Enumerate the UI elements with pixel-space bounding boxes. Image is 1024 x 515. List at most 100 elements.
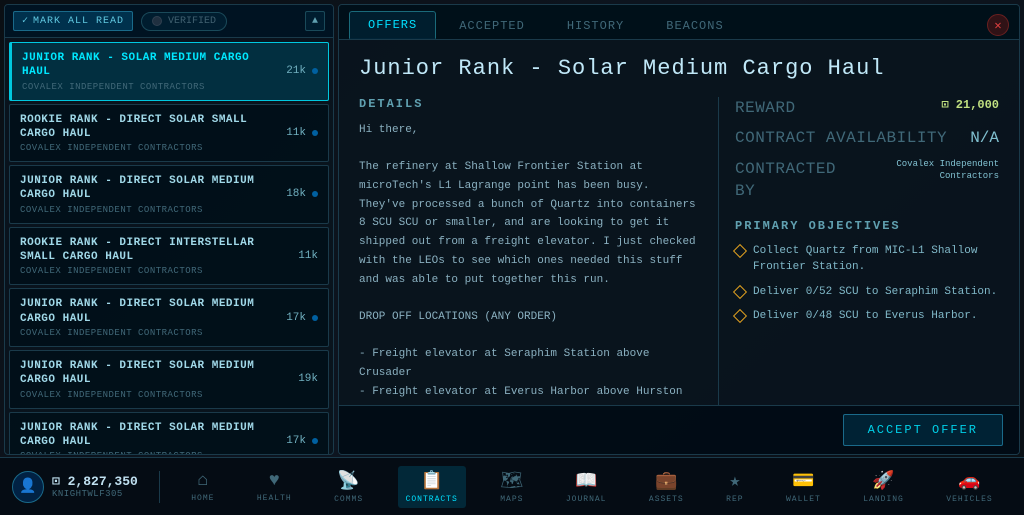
nav-label-wallet: WALLET — [786, 495, 821, 504]
offer-item-company-1: COVALEX INDEPENDENT CONTRACTORS — [20, 143, 278, 153]
offer-item-reward-3: 11k — [298, 250, 318, 262]
nav-items: ⌂ HOME ♥ HEALTH 📡 COMMS 📋 CONTRACTS 🗺 MA… — [160, 466, 1024, 508]
objective-item-0: Collect Quartz from MIC-L1 Shallow Front… — [735, 243, 999, 276]
content-divider: DETAILS Hi there,The refinery at Shallow… — [359, 97, 999, 405]
nav-icon-rep: ★ — [729, 470, 740, 492]
offer-item-dot-4 — [312, 315, 318, 321]
offer-item-3[interactable]: ROOKIE RANK - DIRECT INTERSTELLAR SMALL … — [9, 227, 329, 286]
contract-title: Junior Rank - Solar Medium Cargo Haul — [359, 56, 999, 81]
nav-item-journal[interactable]: 📖 JOURNAL — [558, 466, 615, 508]
offer-item-4[interactable]: JUNIOR RANK - DIRECT SOLAR MEDIUM CARGO … — [9, 288, 329, 347]
offer-item-5[interactable]: JUNIOR RANK - DIRECT SOLAR MEDIUM CARGO … — [9, 350, 329, 409]
nav-item-wallet[interactable]: 💳 WALLET — [778, 466, 829, 508]
nav-item-maps[interactable]: 🗺 MAPS — [492, 466, 531, 508]
offer-list: JUNIOR RANK - SOLAR MEDIUM CARGO HAUL CO… — [5, 38, 333, 454]
offer-item-title-1: ROOKIE RANK - DIRECT SOLAR SMALL CARGO H… — [20, 113, 278, 142]
nav-icon-assets: 💼 — [655, 470, 677, 492]
reward-value: ⊡ 21,000 — [941, 97, 999, 119]
bottom-bar: ACCEPT OFFER — [339, 405, 1019, 454]
tab-history[interactable]: HISTORY — [548, 12, 643, 39]
offer-item-0[interactable]: JUNIOR RANK - SOLAR MEDIUM CARGO HAUL CO… — [9, 42, 329, 101]
nav-item-health[interactable]: ♥ HEALTH — [249, 467, 300, 507]
offer-item-6[interactable]: JUNIOR RANK - DIRECT SOLAR MEDIUM CARGO … — [9, 412, 329, 454]
close-button[interactable]: ✕ — [987, 14, 1009, 36]
player-avatar: 👤 — [12, 471, 44, 503]
offer-item-info-4: JUNIOR RANK - DIRECT SOLAR MEDIUM CARGO … — [20, 297, 278, 338]
offer-item-info-3: ROOKIE RANK - DIRECT INTERSTELLAR SMALL … — [20, 236, 290, 277]
nav-item-contracts[interactable]: 📋 CONTRACTS — [398, 466, 466, 508]
offer-item-info-2: JUNIOR RANK - DIRECT SOLAR MEDIUM CARGO … — [20, 174, 278, 215]
offer-item-company-3: COVALEX INDEPENDENT CONTRACTORS — [20, 266, 290, 276]
nav-item-home[interactable]: ⌂ HOME — [183, 467, 222, 507]
player-details: ⊡ 2,827,350 KNIGHTWLF305 — [52, 474, 138, 499]
offer-item-1[interactable]: ROOKIE RANK - DIRECT SOLAR SMALL CARGO H… — [9, 104, 329, 163]
offer-item-company-0: COVALEX INDEPENDENT CONTRACTORS — [22, 82, 278, 92]
offer-item-info-6: JUNIOR RANK - DIRECT SOLAR MEDIUM CARGO … — [20, 421, 278, 454]
offer-item-reward-5: 19k — [298, 373, 318, 385]
offer-item-reward-4: 17k — [286, 312, 306, 324]
verified-label: VERIFIED — [168, 16, 216, 27]
objectives-list: Collect Quartz from MIC-L1 Shallow Front… — [735, 243, 999, 325]
offer-item-dot-1 — [312, 130, 318, 136]
accept-offer-button[interactable]: ACCEPT OFFER — [843, 414, 1003, 446]
left-panel: MARK ALL READ VERIFIED ▲ JUNIOR RANK - S… — [4, 4, 334, 455]
details-right: Reward ⊡ 21,000 Contract Availability N/… — [719, 97, 999, 405]
reward-label: Reward — [735, 97, 796, 119]
toggle-dot — [152, 16, 162, 26]
nav-label-assets: ASSETS — [649, 495, 684, 504]
details-left: DETAILS Hi there,The refinery at Shallow… — [359, 97, 719, 405]
objectives-section: PRIMARY OBJECTIVES Collect Quartz from M… — [735, 219, 999, 325]
nav-icon-vehicles: 🚗 — [958, 470, 980, 492]
objectives-header: PRIMARY OBJECTIVES — [735, 219, 999, 233]
nav-item-assets[interactable]: 💼 ASSETS — [641, 466, 692, 508]
nav-label-rep: REP — [726, 495, 743, 504]
nav-item-vehicles[interactable]: 🚗 VEHICLES — [938, 466, 1000, 508]
verified-toggle[interactable]: VERIFIED — [141, 12, 227, 31]
nav-label-contracts: CONTRACTS — [406, 495, 458, 504]
offer-item-company-5: COVALEX INDEPENDENT CONTRACTORS — [20, 390, 290, 400]
mark-all-read-button[interactable]: MARK ALL READ — [13, 11, 133, 31]
offer-item-title-3: ROOKIE RANK - DIRECT INTERSTELLAR SMALL … — [20, 236, 290, 265]
tab-accepted[interactable]: ACCEPTED — [440, 12, 544, 39]
objective-item-2: Deliver 0/48 SCU to Everus Harbor. — [735, 308, 999, 325]
tab-beacons[interactable]: BEACONS — [647, 12, 742, 39]
objective-diamond-0 — [733, 243, 747, 257]
objective-text-0: Collect Quartz from MIC-L1 Shallow Front… — [753, 243, 999, 276]
contract-availability-row: Contract Availability N/A — [735, 127, 999, 149]
nav-icon-health: ♥ — [269, 471, 280, 491]
offer-item-title-2: JUNIOR RANK - DIRECT SOLAR MEDIUM CARGO … — [20, 174, 278, 203]
offer-item-info-1: ROOKIE RANK - DIRECT SOLAR SMALL CARGO H… — [20, 113, 278, 154]
offer-item-title-4: JUNIOR RANK - DIRECT SOLAR MEDIUM CARGO … — [20, 297, 278, 326]
player-balance: ⊡ 2,827,350 — [52, 474, 138, 489]
offer-item-company-6: COVALEX INDEPENDENT CONTRACTORS — [20, 451, 278, 454]
offer-item-2[interactable]: JUNIOR RANK - DIRECT SOLAR MEDIUM CARGO … — [9, 165, 329, 224]
nav-icon-maps: 🗺 — [500, 470, 523, 492]
main-content: Junior Rank - Solar Medium Cargo Haul DE… — [339, 40, 1019, 405]
reward-row: Reward ⊡ 21,000 — [735, 97, 999, 119]
offer-item-reward-2: 18k — [286, 188, 306, 200]
nav-label-journal: JOURNAL — [566, 495, 607, 504]
offer-item-dot-0 — [312, 68, 318, 74]
objective-text-2: Deliver 0/48 SCU to Everus Harbor. — [753, 308, 977, 325]
tab-offers[interactable]: OFFERS — [349, 11, 436, 39]
nav-label-vehicles: VEHICLES — [946, 495, 992, 504]
nav-icon-contracts: 📋 — [420, 470, 442, 492]
offer-item-dot-2 — [312, 191, 318, 197]
nav-item-rep[interactable]: ★ REP — [718, 466, 751, 508]
player-info: 👤 ⊡ 2,827,350 KNIGHTWLF305 — [0, 471, 160, 503]
details-header: DETAILS — [359, 97, 702, 111]
objective-text-1: Deliver 0/52 SCU to Seraphim Station. — [753, 284, 997, 301]
contracted-by-row: Contracted By Covalex Independent Contra… — [735, 158, 999, 203]
nav-item-landing[interactable]: 🚀 LANDING — [855, 466, 912, 508]
collapse-button[interactable]: ▲ — [305, 11, 325, 31]
nav-item-comms[interactable]: 📡 COMMS — [326, 466, 371, 508]
nav-label-landing: LANDING — [863, 495, 904, 504]
offer-item-info-0: JUNIOR RANK - SOLAR MEDIUM CARGO HAUL CO… — [22, 51, 278, 92]
tabs-bar: OFFERSACCEPTEDHISTORYBEACONS ✕ — [339, 5, 1019, 40]
nav-label-home: HOME — [191, 494, 214, 503]
nav-icon-journal: 📖 — [575, 470, 597, 492]
offer-item-title-6: JUNIOR RANK - DIRECT SOLAR MEDIUM CARGO … — [20, 421, 278, 450]
objective-diamond-2 — [733, 309, 747, 323]
offer-item-title-0: JUNIOR RANK - SOLAR MEDIUM CARGO HAUL — [22, 51, 278, 80]
nav-label-maps: MAPS — [500, 495, 523, 504]
